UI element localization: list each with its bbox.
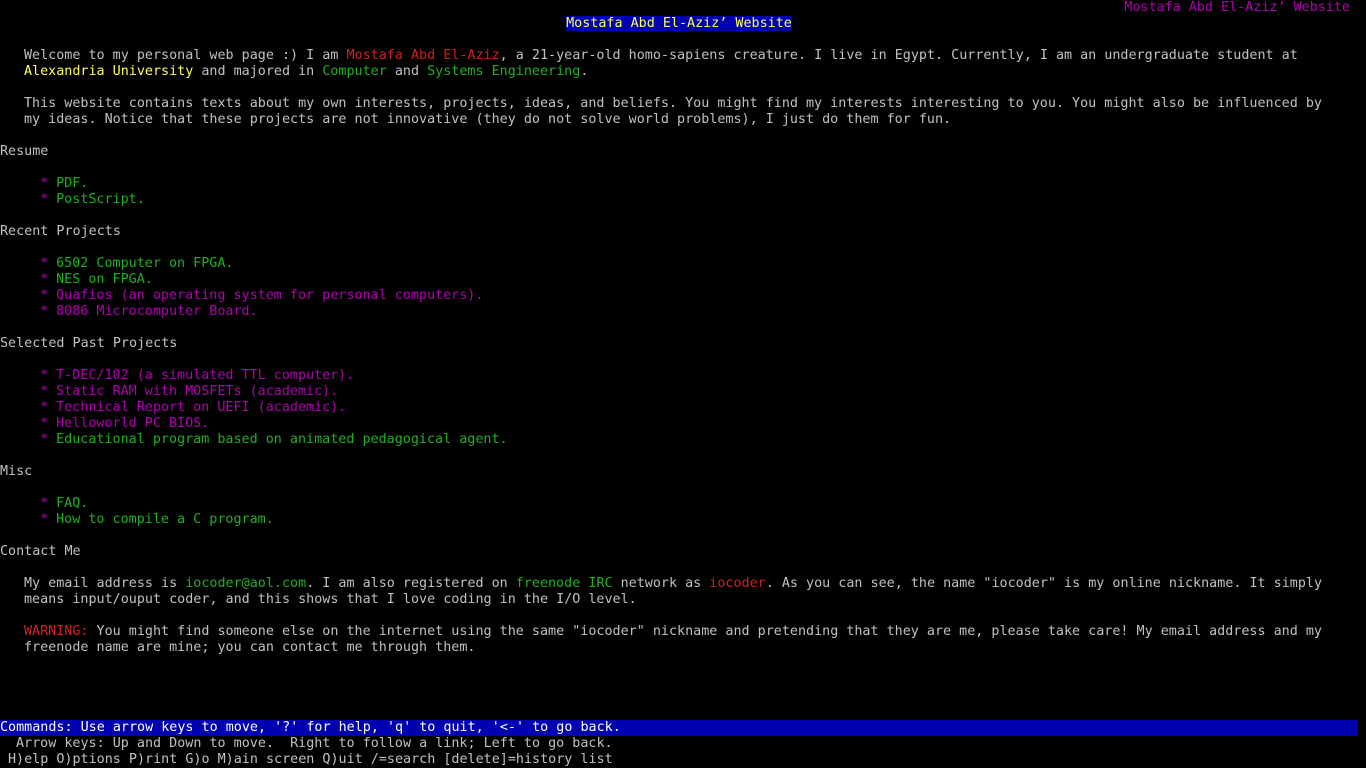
- nick-link[interactable]: iocoder: [709, 576, 765, 591]
- irc-link[interactable]: freenode IRC: [516, 576, 613, 591]
- recent-link-6502[interactable]: * 6502 Computer on FPGA.: [40, 256, 234, 272]
- page-title: Mostafa Abd El-Aziz’ Website: [566, 16, 792, 31]
- systems-engineering-link[interactable]: Systems Engineering: [427, 64, 580, 79]
- section-heading-contact: Contact Me: [0, 544, 81, 559]
- about-line-1: This website contains texts about my own…: [24, 96, 1322, 111]
- warning-line-1: WARNING: You might find someone else on …: [24, 624, 1322, 639]
- intro-line-1: Welcome to my personal web page :) I am …: [24, 48, 1298, 63]
- section-heading-resume: Resume: [0, 144, 49, 159]
- recent-link-quafios[interactable]: * Quafios (an operating system for perso…: [40, 288, 483, 304]
- resume-link-postscript[interactable]: * PostScript.: [40, 192, 145, 208]
- warning-line-2: freenode name are mine; you can contact …: [24, 640, 476, 655]
- misc-link-compile-c[interactable]: * How to compile a C program.: [40, 512, 274, 528]
- recent-link-nes[interactable]: * NES on FPGA.: [40, 272, 153, 288]
- computer-link[interactable]: Computer: [322, 64, 387, 79]
- section-heading-recent: Recent Projects: [0, 224, 121, 239]
- past-link-uefi[interactable]: * Technical Report on UEFI (academic).: [40, 400, 346, 416]
- name-link[interactable]: Mostafa Abd El-Aziz: [346, 48, 499, 63]
- past-link-sram[interactable]: * Static RAM with MOSFETs (academic).: [40, 384, 338, 400]
- contact-line-2: means input/ouput coder, and this shows …: [24, 592, 637, 607]
- resume-link-pdf[interactable]: * PDF.: [40, 176, 88, 192]
- arrow-keys-help: Arrow keys: Up and Down to move. Right t…: [16, 736, 613, 751]
- intro-line-2: Alexandria University and majored in Com…: [24, 64, 589, 79]
- past-link-educational[interactable]: * Educational program based on animated …: [40, 432, 508, 448]
- about-line-2: my ideas. Notice that these projects are…: [24, 112, 952, 127]
- email-link[interactable]: iocoder@aol.com: [185, 576, 306, 591]
- recent-link-8086[interactable]: * 8086 Microcomputer Board.: [40, 304, 258, 320]
- university-link[interactable]: Alexandria University: [24, 64, 193, 79]
- window-title: Mostafa Abd El-Aziz’ Website: [1124, 0, 1350, 15]
- contact-line-1: My email address is iocoder@aol.com. I a…: [24, 576, 1323, 591]
- commands-status-bar: Commands: Use arrow keys to move, '?' fo…: [0, 720, 1358, 736]
- key-commands-help: H)elp O)ptions P)rint G)o M)ain screen Q…: [8, 752, 613, 767]
- section-heading-misc: Misc: [0, 464, 33, 479]
- warning-label: WARNING:: [24, 624, 89, 639]
- misc-link-faq[interactable]: * FAQ.: [40, 496, 88, 512]
- past-link-bios[interactable]: * Helloworld PC BIOS.: [40, 416, 209, 432]
- section-heading-past: Selected Past Projects: [0, 336, 178, 351]
- past-link-tdec[interactable]: * T-DEC/102 (a simulated TTL computer).: [40, 368, 354, 384]
